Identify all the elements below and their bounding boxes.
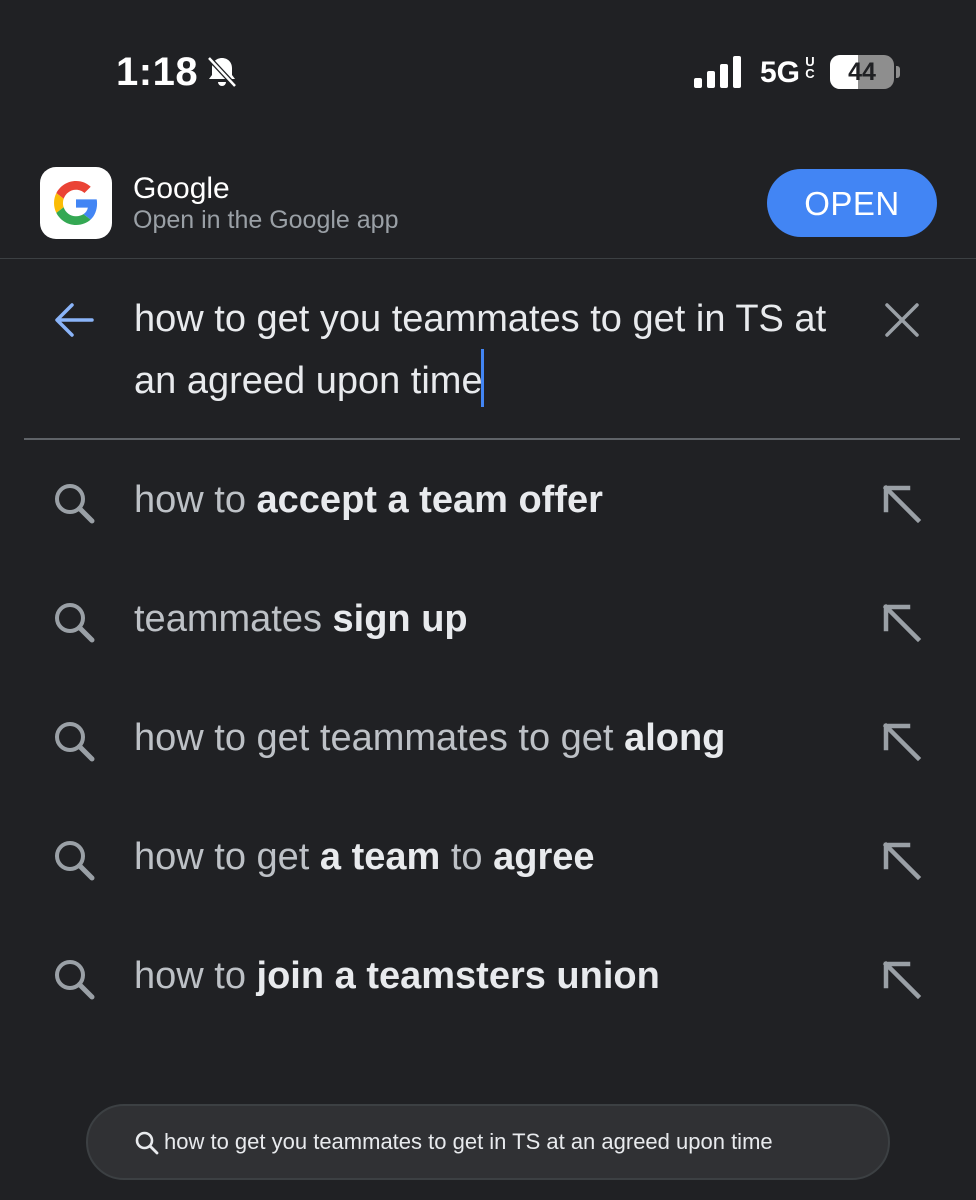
signal-icon [694, 56, 741, 88]
suggestion-text-bold: a team [319, 836, 441, 878]
suggestion-item[interactable]: how to accept a team offer [0, 440, 976, 559]
suggestion-text-plain: how to [134, 479, 257, 521]
suggestion-text-bold: along [624, 717, 726, 759]
suggestion-text: how to get teammates to get along [134, 714, 725, 762]
app-subtitle: Open in the Google app [133, 206, 399, 234]
suggestion-text-plain: how to get [134, 836, 320, 878]
page: 1:18 5G UC 44 Google Open in the Google … [0, 0, 976, 1200]
fill-query-arrow-icon[interactable] [878, 837, 926, 885]
suggestion-text: how to accept a team offer [134, 476, 603, 524]
suggestion-item[interactable]: how to get a team to agree [0, 797, 976, 916]
search-icon [135, 1131, 159, 1155]
search-input[interactable]: how to get you teammates to get in TS at… [134, 289, 854, 411]
network-subtype-text: UC [804, 55, 816, 81]
suggestion-text-plain: how to get teammates to get [134, 717, 625, 759]
suggestion-text: how to get a team to agree [134, 833, 595, 881]
network-subtype-char: C [805, 66, 815, 81]
bell-slash-icon [207, 56, 237, 88]
status-bar: 1:18 5G UC 44 [0, 0, 976, 140]
fill-query-arrow-icon[interactable] [878, 480, 926, 528]
fill-query-arrow-icon[interactable] [878, 956, 926, 1004]
suggestion-text-bold: agree [493, 836, 595, 878]
suggestion-text: how to join a teamsters union [134, 952, 660, 1000]
close-icon[interactable] [882, 300, 922, 340]
suggestion-item[interactable]: how to get teammates to get along [0, 678, 976, 797]
suggestion-text: teammates sign up [134, 595, 468, 643]
suggestion-item[interactable]: how to join a teamsters union [0, 916, 976, 1035]
search-icon [55, 841, 95, 881]
battery-tip [896, 66, 900, 78]
suggestion-item[interactable]: teammates sign up [0, 559, 976, 678]
suggestion-text-bold: accept a team offer [256, 479, 603, 521]
text-cursor [480, 349, 484, 407]
battery-level: 44 [848, 58, 876, 86]
back-arrow-icon[interactable] [52, 300, 96, 340]
suggestion-text-plain: how to [134, 955, 257, 997]
google-g-icon [54, 181, 98, 225]
url-bar[interactable]: how to get you teammates to get in TS at… [86, 1104, 890, 1180]
google-logo-icon [40, 167, 112, 239]
search-icon [55, 960, 95, 1000]
fill-query-arrow-icon[interactable] [878, 718, 926, 766]
suggestion-text-plain: teammates [134, 598, 333, 640]
search-icon [55, 484, 95, 524]
app-banner: Google Open in the Google app OPEN [0, 150, 976, 259]
search-icon [55, 722, 95, 762]
suggestion-list: how to accept a team offer teammates sign… [0, 440, 976, 1035]
network-subtype: UC [804, 55, 816, 81]
status-time: 1:18 [116, 50, 199, 94]
suggestion-text-bold: join a teamsters union [256, 955, 660, 997]
battery-icon: 44 [830, 55, 894, 89]
network-type: 5G [760, 56, 801, 89]
suggestion-text-bold: sign up [332, 598, 468, 640]
suggestion-text-plain: to [440, 836, 494, 878]
fill-query-arrow-icon[interactable] [878, 599, 926, 647]
search-icon [55, 603, 95, 643]
app-name: Google [133, 172, 230, 205]
open-app-button[interactable]: OPEN [767, 169, 937, 237]
url-text: how to get you teammates to get in TS at… [164, 1129, 773, 1154]
